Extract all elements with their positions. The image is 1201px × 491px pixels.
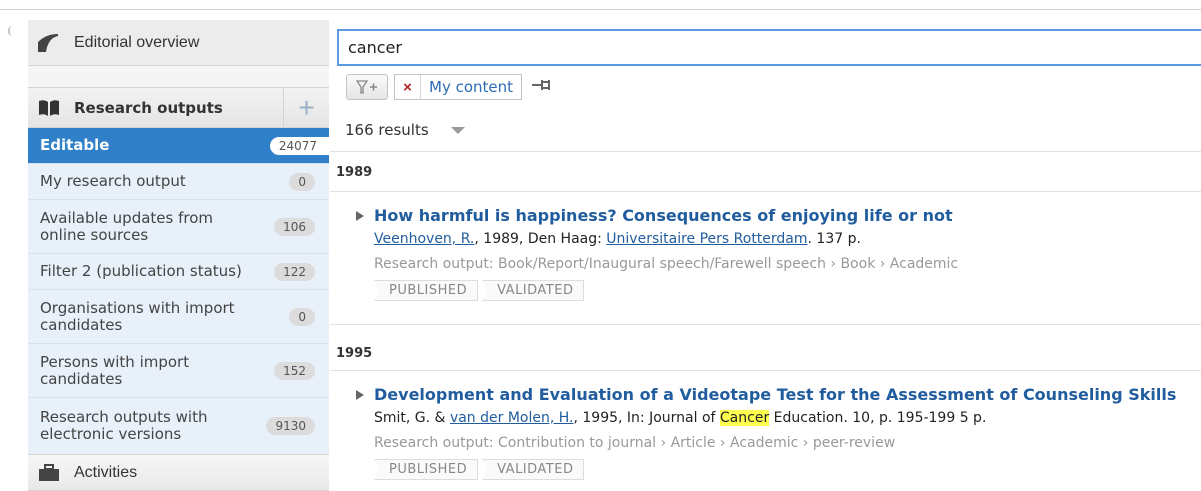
research-filter-list: Editable 24077 My research output 0 Avai… <box>28 128 329 454</box>
status-badge-validated: VALIDATED <box>482 280 585 301</box>
count-badge: 152 <box>274 361 315 380</box>
sidebar-item-editable[interactable]: Editable 24077 <box>28 128 329 164</box>
editorial-overview-header[interactable]: Editorial overview <box>28 20 329 66</box>
sidebar-item-label: Organisations with import candidates <box>40 298 235 334</box>
briefcase-icon <box>38 463 60 482</box>
sidebar-spacer <box>28 66 329 88</box>
year-heading: 1995 <box>336 346 373 361</box>
status-badge-published: PUBLISHED <box>374 459 479 480</box>
filter-chip-label[interactable]: My content <box>421 78 521 96</box>
divider <box>330 370 1201 371</box>
result-title-link[interactable]: Development and Evaluation of a Videotap… <box>374 385 1176 404</box>
year-heading: 1989 <box>336 165 373 180</box>
add-research-output-button[interactable]: + <box>283 88 329 128</box>
filter-bar: × My content <box>346 74 552 100</box>
pin-icon[interactable] <box>532 78 552 97</box>
result-type: Research output: Book/Report/Inaugural s… <box>374 256 959 272</box>
remove-filter-icon[interactable]: × <box>395 75 421 99</box>
sidebar-item-filter-2[interactable]: Filter 2 (publication status) 122 <box>28 254 329 290</box>
expand-icon[interactable] <box>356 389 364 400</box>
sidebar-item-label: My research output <box>40 172 186 190</box>
sidebar-item-label: Persons with import candidates <box>40 352 190 388</box>
collapse-handle[interactable] <box>8 26 12 36</box>
expand-icon[interactable] <box>356 210 364 221</box>
funnel-plus-icon <box>356 80 377 94</box>
publisher-link[interactable]: Universitaire Pers Rotterdam <box>606 231 807 247</box>
citation-text: , 1995, In: Journal of <box>573 410 720 426</box>
divider <box>330 151 1201 152</box>
count-badge: 0 <box>289 172 315 191</box>
author-link[interactable]: van der Molen, H. <box>450 410 574 426</box>
author-link[interactable]: Veenhoven, R. <box>374 231 474 247</box>
result-citation: Smit, G. & van der Molen, H., 1995, In: … <box>374 410 1201 426</box>
count-badge: 0 <box>289 307 315 326</box>
sidebar-item-label: Editable <box>40 136 110 154</box>
sidebar-item-label: Research outputs with electronic version… <box>40 408 208 443</box>
search-input[interactable]: cancer <box>337 29 1201 66</box>
result-citation: Veenhoven, R., 1989, Den Haag: Universit… <box>374 231 1201 247</box>
editorial-icon <box>38 33 60 52</box>
citation-text: & <box>430 410 450 426</box>
author-text: Smit, G. <box>374 410 431 426</box>
sidebar-item-label: Filter 2 (publication status) <box>40 262 242 280</box>
count-badge: 106 <box>274 217 315 236</box>
research-outputs-header[interactable]: Research outputs + <box>28 88 329 128</box>
count-badge: 9130 <box>266 417 315 435</box>
results-count[interactable]: 166 results <box>345 121 465 139</box>
add-filter-button[interactable] <box>346 74 388 100</box>
status-badge-published: PUBLISHED <box>374 280 479 301</box>
filter-chip-my-content: × My content <box>394 74 523 100</box>
chevron-down-icon[interactable] <box>450 126 465 134</box>
results-count-label: 166 results <box>345 121 429 139</box>
status-badge-validated: VALIDATED <box>482 459 585 480</box>
activities-label: Activities <box>74 463 138 481</box>
divider <box>330 324 1201 325</box>
sidebar-item-organisations-import[interactable]: Organisations with import candidates 0 <box>28 290 329 344</box>
sidebar: Editorial overview Research outputs + Ed… <box>28 20 329 491</box>
book-icon <box>38 99 60 117</box>
top-border <box>0 9 1201 10</box>
search-highlight: Cancer <box>719 410 770 426</box>
result-item: How harmful is happiness? Consequences o… <box>356 206 1201 301</box>
editorial-overview-label: Editorial overview <box>74 33 200 51</box>
citation-text: . 137 p. <box>807 231 861 247</box>
sidebar-item-label: Available updates from online sources <box>40 208 214 244</box>
sidebar-item-my-research-output[interactable]: My research output 0 <box>28 164 329 200</box>
count-badge: 24077 <box>269 136 329 155</box>
count-badge: 122 <box>274 262 315 281</box>
sidebar-item-persons-import[interactable]: Persons with import candidates 152 <box>28 344 329 398</box>
activities-header[interactable]: Activities <box>28 454 329 491</box>
research-outputs-label: Research outputs <box>74 98 223 117</box>
result-title-link[interactable]: How harmful is happiness? Consequences o… <box>374 206 953 225</box>
citation-text: , 1989, Den Haag: <box>474 231 607 247</box>
citation-text: Education. 10, p. 195-199 5 p. <box>769 410 987 426</box>
result-type: Research output: Contribution to journal… <box>374 435 896 451</box>
divider <box>330 191 1201 192</box>
result-item: Development and Evaluation of a Videotap… <box>356 385 1201 480</box>
search-value: cancer <box>348 38 402 57</box>
sidebar-item-electronic-versions[interactable]: Research outputs with electronic version… <box>28 398 329 454</box>
sidebar-item-available-updates[interactable]: Available updates from online sources 10… <box>28 200 329 254</box>
